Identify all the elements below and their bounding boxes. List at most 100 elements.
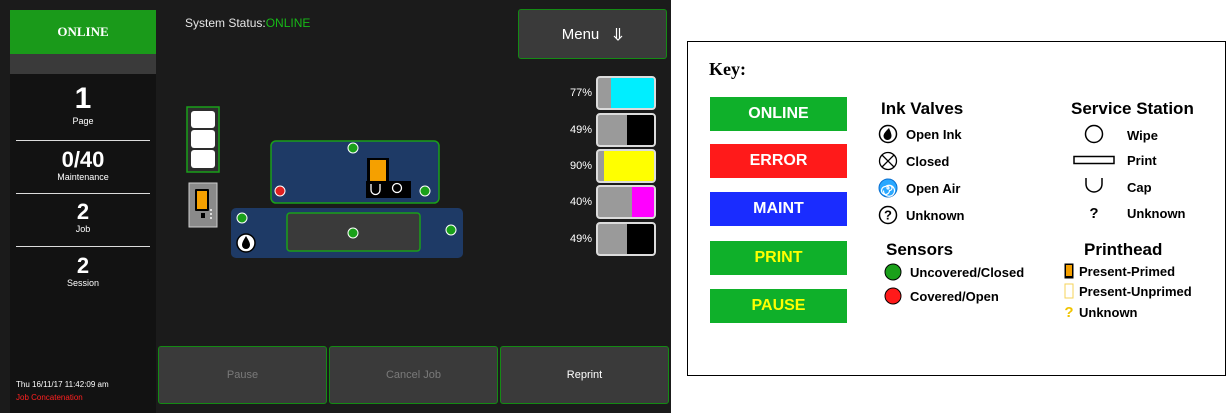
key-service-wipe: Wipe <box>1069 124 1158 147</box>
cap-icon <box>1069 177 1119 198</box>
key-ink-open-air-label: Open Air <box>906 180 961 196</box>
system-status-label: System Status: <box>185 16 266 30</box>
sensor-green-icon <box>884 263 902 281</box>
key-sensor-covered-label: Covered/Open <box>910 288 999 304</box>
key-printhead-unprimed-label: Present-Unprimed <box>1079 283 1192 299</box>
key-service-unknown-label: Unknown <box>1127 206 1186 221</box>
wipe-icon <box>1069 124 1119 147</box>
key-status-pause: PAUSE <box>710 289 847 323</box>
sensor-red-icon <box>884 287 902 305</box>
key-printhead-primed: Present-Primed <box>1064 263 1175 279</box>
printer-panel: ONLINE 1 Page 0/40 Maintenance 2 Job 2 S… <box>0 0 671 413</box>
key-ink-closed: Closed <box>878 151 949 171</box>
printhead-unknown-symbol: ? <box>1064 304 1074 321</box>
service-station-heading: Service Station <box>1071 99 1194 118</box>
key-sensor-covered: Covered/Open <box>884 287 999 305</box>
ink-fill <box>626 224 654 254</box>
svg-text:?: ? <box>884 208 892 223</box>
system-status-value: ONLINE <box>265 16 311 30</box>
reprint-button[interactable]: Reprint <box>500 346 669 404</box>
printhead-heading: Printhead <box>1084 240 1163 259</box>
key-sensor-uncovered-label: Uncovered/Closed <box>910 264 1025 280</box>
job-concatenation-label: Job Concatenation <box>16 393 83 402</box>
upper-carriage <box>270 140 440 204</box>
divider <box>16 193 150 194</box>
ink-fill <box>631 187 654 217</box>
key-ink-unknown-label: Unknown <box>906 207 965 223</box>
key-status-error: ERROR <box>710 144 847 178</box>
ink-level-bar-black-2 <box>596 222 656 256</box>
menu-button[interactable]: Menu <box>518 9 667 59</box>
ink-fill <box>610 78 654 108</box>
lower-carriage <box>231 208 463 258</box>
reprint-button-label: Reprint <box>566 369 603 381</box>
counter-session-label: Session <box>66 278 100 288</box>
open-air-icon <box>878 178 898 198</box>
printer-schematic <box>186 106 463 258</box>
ink-valves-heading: Ink Valves <box>881 99 964 118</box>
counter-page-label: Page <box>72 116 94 126</box>
counter-job-label: Job <box>75 224 91 234</box>
status-online-tile: ONLINE <box>10 10 156 54</box>
ink-open-icon <box>878 124 898 144</box>
ink-level-percent: 49% <box>569 124 592 136</box>
key-service-print: Print <box>1069 153 1157 168</box>
ink-fill <box>626 115 654 145</box>
key-service-wipe-label: Wipe <box>1127 128 1158 143</box>
counter-maintenance-value: 0/40 <box>61 147 105 172</box>
question-circle-icon: ? <box>878 205 898 225</box>
counter-page-value: 1 <box>74 82 92 115</box>
key-title: Key: <box>709 59 746 79</box>
key-sensor-uncovered: Uncovered/Closed <box>884 263 1024 281</box>
counter-session: 2 Session <box>10 254 156 289</box>
media-stack <box>186 106 220 173</box>
counter-session-value: 2 <box>76 253 90 278</box>
key-ink-closed-label: Closed <box>906 153 950 169</box>
counters-column: 1 Page 0/40 Maintenance 2 Job 2 Session … <box>10 74 156 413</box>
key-service-cap-label: Cap <box>1127 180 1152 195</box>
print-rect-icon <box>1069 153 1119 168</box>
ink-level-percent: 40% <box>569 196 592 208</box>
key-printhead-unprimed: Present-Unprimed <box>1064 283 1192 299</box>
divider <box>16 140 150 141</box>
ink-level-percent: 49% <box>569 233 592 245</box>
ink-valve-open-icon <box>236 233 256 253</box>
ink-level-bar-magenta <box>596 185 656 219</box>
arrow-down-icon <box>613 28 623 41</box>
key-status-maint: MAINT <box>710 192 847 226</box>
status-subbar <box>10 54 156 74</box>
key-service-print-label: Print <box>1127 153 1157 168</box>
menu-label: Menu <box>561 25 600 43</box>
pause-button-label: Pause <box>226 369 259 381</box>
counter-maintenance: 0/40 Maintenance <box>10 148 156 183</box>
printhead-unprimed-icon <box>1064 283 1074 299</box>
pause-button[interactable]: Pause <box>158 346 327 404</box>
key-ink-open-air: Open Air <box>878 178 960 198</box>
key-service-unknown: ? Unknown <box>1069 205 1186 222</box>
cancel-job-button-label: Cancel Job <box>385 369 442 381</box>
datetime: Thu 16/11/17 11:42:09 am <box>16 380 109 389</box>
printhead-primed-icon <box>1064 263 1074 279</box>
ink-level-percent: 90% <box>569 160 592 172</box>
ink-level-bar-yellow <box>596 149 656 183</box>
cancel-job-button[interactable]: Cancel Job <box>329 346 498 404</box>
key-legend: Key: ONLINE ERROR MAINT PRINT PAUSE Ink … <box>687 41 1226 376</box>
divider <box>16 246 150 247</box>
key-ink-open-label: Open Ink <box>906 126 962 142</box>
sensors-heading: Sensors <box>886 240 954 259</box>
counter-job-value: 2 <box>76 199 90 224</box>
printhead-parked-icon <box>188 182 218 228</box>
key-ink-open: Open Ink <box>878 124 962 144</box>
ink-level-bar-cyan <box>596 76 656 110</box>
key-status-online: ONLINE <box>710 97 847 131</box>
key-printhead-primed-label: Present-Primed <box>1079 263 1176 279</box>
key-ink-unknown: ? Unknown <box>878 205 965 225</box>
ink-fill <box>603 151 654 181</box>
key-service-unknown-symbol: ? <box>1089 205 1099 222</box>
key-service-cap: Cap <box>1069 177 1152 198</box>
ink-level-bar-black <box>596 113 656 147</box>
counter-job: 2 Job <box>10 200 156 235</box>
key-status-print: PRINT <box>710 241 847 275</box>
ink-closed-icon <box>878 151 898 171</box>
counter-maintenance-label: Maintenance <box>57 172 109 182</box>
